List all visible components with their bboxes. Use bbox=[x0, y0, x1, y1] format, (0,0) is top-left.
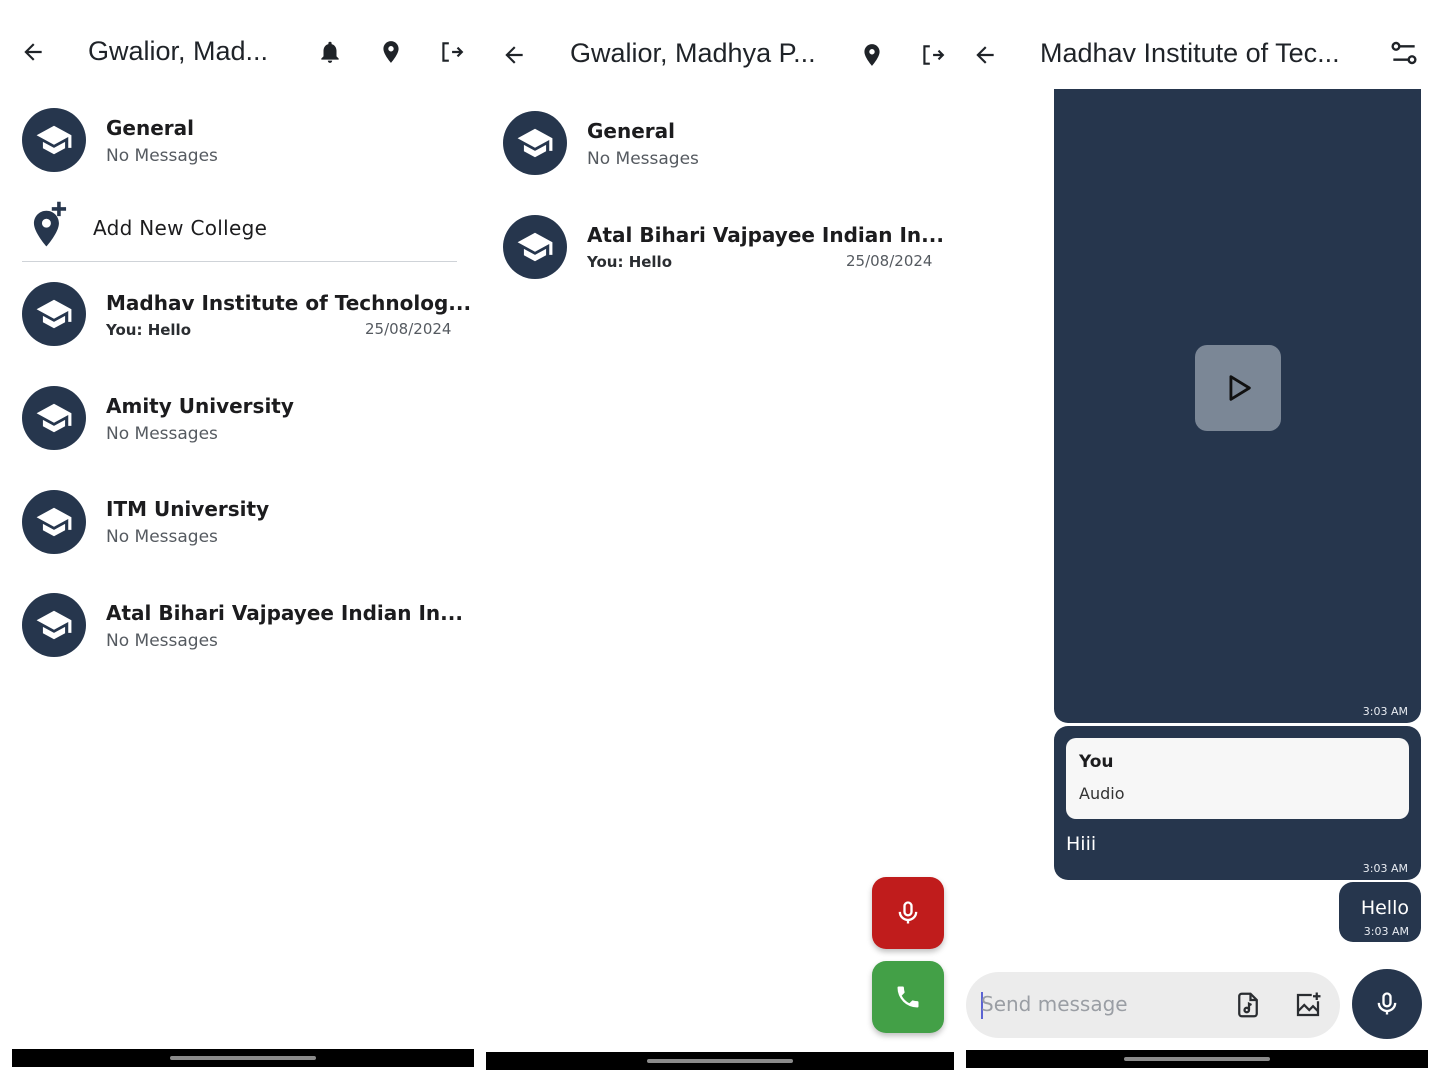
message-composer: Send message bbox=[966, 972, 1340, 1038]
list-item-date: 25/08/2024 bbox=[846, 252, 933, 270]
message-time: 3:03 AM bbox=[1362, 705, 1408, 718]
avatar bbox=[22, 386, 86, 450]
chat-screen: Madhav Institute of Tec... 3:03 AM You A… bbox=[962, 0, 1440, 1080]
quoted-type: Audio bbox=[1079, 784, 1125, 803]
avatar bbox=[22, 108, 86, 172]
list-item-subtitle: No Messages bbox=[106, 424, 218, 444]
list-item-title: Madhav Institute of Technolog... bbox=[106, 291, 472, 315]
list-item-subtitle: No Messages bbox=[106, 631, 218, 651]
location-button[interactable] bbox=[852, 35, 892, 75]
home-indicator[interactable] bbox=[647, 1059, 793, 1063]
college-list-screen: Gwalior, Madhya P... General No Messages… bbox=[481, 0, 961, 1080]
location-button[interactable] bbox=[371, 32, 411, 72]
reply-message[interactable]: You Audio Hiii 3:03 AM bbox=[1054, 726, 1421, 880]
message-text: Hiii bbox=[1066, 833, 1097, 855]
back-button[interactable] bbox=[13, 32, 53, 72]
avatar bbox=[503, 111, 567, 175]
avatar bbox=[503, 215, 567, 279]
message-input[interactable]: Send message bbox=[981, 992, 1128, 1016]
graduation-cap-icon bbox=[36, 403, 72, 433]
app-bar: Madhav Institute of Tec... bbox=[962, 18, 1440, 88]
audio-file-icon bbox=[1238, 992, 1258, 1018]
divider bbox=[22, 261, 457, 262]
message-text: Hello bbox=[1360, 897, 1409, 919]
avatar bbox=[22, 282, 86, 346]
message-time: 3:03 AM bbox=[1363, 925, 1409, 938]
voice-record-button[interactable] bbox=[1352, 969, 1422, 1039]
list-item-subtitle: No Messages bbox=[587, 149, 699, 169]
graduation-cap-icon bbox=[36, 610, 72, 640]
page-title: Gwalior, Madhya P... bbox=[570, 38, 816, 68]
college-list-screen: Gwalior, Mad... General No Messages Add … bbox=[0, 0, 480, 1080]
back-arrow-icon bbox=[24, 43, 42, 61]
back-arrow-icon bbox=[505, 46, 523, 64]
add-location-icon bbox=[33, 201, 67, 247]
system-nav-bar bbox=[486, 1052, 954, 1070]
app-bar: Gwalior, Madhya P... bbox=[481, 18, 961, 88]
attach-image-button[interactable] bbox=[1288, 985, 1328, 1025]
back-arrow-icon bbox=[976, 46, 994, 64]
avatar bbox=[22, 490, 86, 554]
system-nav-bar bbox=[966, 1050, 1428, 1068]
list-item-title: Atal Bihari Vajpayee Indian In... bbox=[587, 223, 944, 247]
system-nav-bar bbox=[12, 1049, 474, 1067]
logout-button[interactable] bbox=[431, 32, 471, 72]
mic-icon bbox=[1377, 992, 1397, 1015]
location-pin-icon bbox=[864, 44, 880, 66]
list-item-title: General bbox=[587, 119, 675, 143]
attach-audio-button[interactable] bbox=[1228, 985, 1268, 1025]
quoted-sender: You bbox=[1079, 752, 1114, 772]
graduation-cap-icon bbox=[36, 507, 72, 537]
logout-icon bbox=[923, 45, 945, 65]
quoted-message[interactable]: You Audio bbox=[1066, 738, 1409, 819]
call-button[interactable] bbox=[872, 961, 944, 1033]
back-button[interactable] bbox=[965, 35, 1005, 75]
location-pin-icon bbox=[383, 41, 399, 63]
video-message[interactable]: 3:03 AM bbox=[1054, 89, 1421, 723]
back-button[interactable] bbox=[494, 35, 534, 75]
phone-icon bbox=[897, 986, 919, 1008]
add-college-label: Add New College bbox=[93, 216, 268, 240]
list-item-subtitle: You: Hello bbox=[587, 253, 673, 271]
message-time: 3:03 AM bbox=[1362, 862, 1408, 875]
chat-settings-button[interactable] bbox=[1384, 33, 1424, 73]
list-item-title: Atal Bihari Vajpayee Indian In... bbox=[106, 601, 463, 625]
chat-title: Madhav Institute of Tec... bbox=[1040, 38, 1340, 68]
app-bar: Gwalior, Mad... bbox=[0, 18, 480, 88]
avatar bbox=[22, 593, 86, 657]
play-button[interactable] bbox=[1195, 345, 1281, 431]
list-item-title: Amity University bbox=[106, 394, 294, 418]
mic-icon bbox=[898, 901, 918, 924]
add-image-icon bbox=[1296, 992, 1321, 1017]
list-item-title: General bbox=[106, 116, 194, 140]
graduation-cap-icon bbox=[517, 232, 553, 262]
graduation-cap-icon bbox=[36, 299, 72, 329]
list-item-subtitle: No Messages bbox=[106, 527, 218, 547]
list-item-subtitle: No Messages bbox=[106, 146, 218, 166]
bell-icon bbox=[321, 41, 339, 63]
sent-message[interactable]: Hello 3:03 AM bbox=[1339, 882, 1421, 942]
logout-icon bbox=[442, 42, 464, 62]
list-item-title: ITM University bbox=[106, 497, 270, 521]
list-item-date: 25/08/2024 bbox=[365, 320, 452, 338]
record-audio-button[interactable] bbox=[872, 877, 944, 949]
graduation-cap-icon bbox=[36, 125, 72, 155]
page-title: Gwalior, Mad... bbox=[88, 36, 269, 66]
graduation-cap-icon bbox=[517, 128, 553, 158]
play-icon bbox=[1229, 375, 1251, 401]
notifications-button[interactable] bbox=[310, 32, 350, 72]
home-indicator[interactable] bbox=[1124, 1057, 1270, 1061]
filter-settings-icon bbox=[1391, 41, 1417, 65]
logout-button[interactable] bbox=[912, 35, 952, 75]
list-item-subtitle: You: Hello bbox=[106, 321, 192, 339]
home-indicator[interactable] bbox=[170, 1056, 316, 1060]
